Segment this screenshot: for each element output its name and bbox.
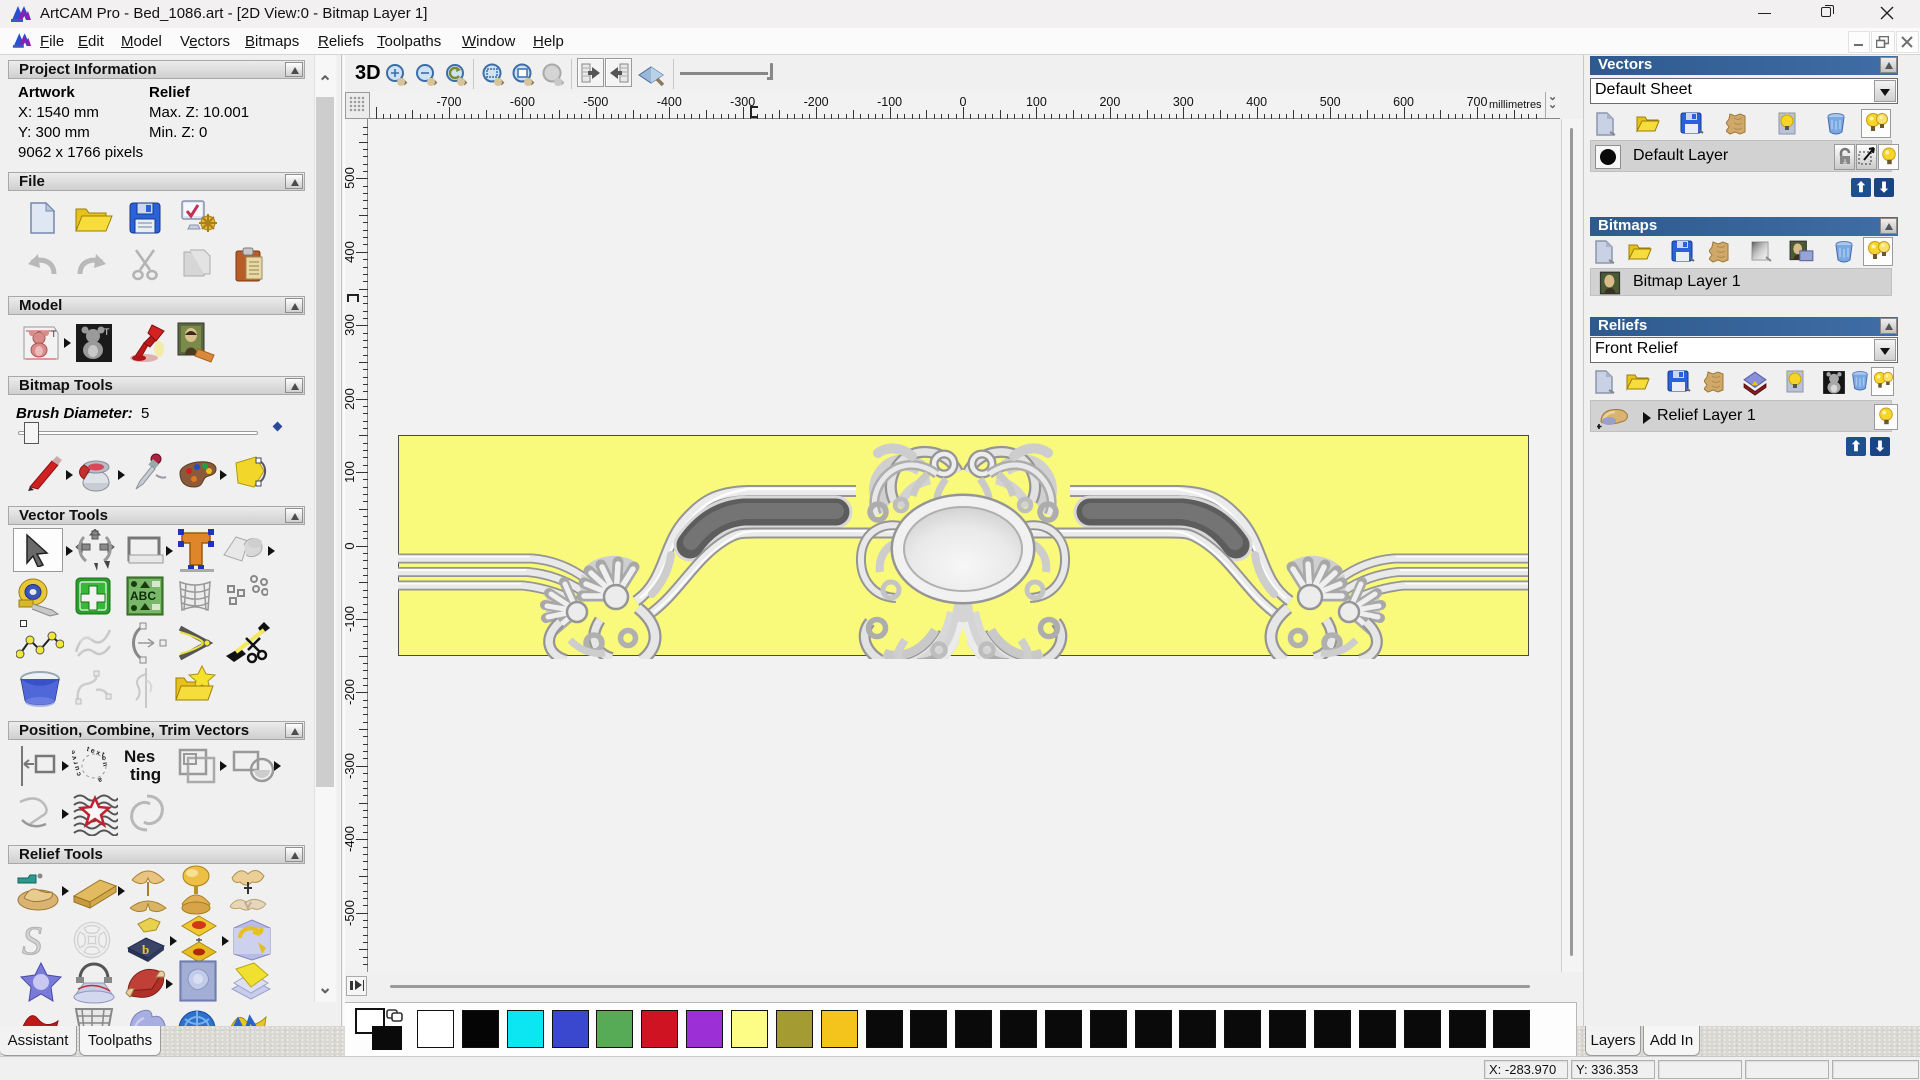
svg-text:S: S <box>22 918 42 962</box>
svg-text:ting: ting <box>130 765 161 784</box>
svg-text:ABC: ABC <box>130 589 156 603</box>
svg-text:o n: o n <box>100 756 109 768</box>
svg-text:b: b <box>142 942 149 957</box>
svg-text:c u r v e: c u r v e <box>72 749 83 776</box>
svg-text:Nes: Nes <box>124 747 155 766</box>
svg-text:T: T <box>104 327 110 337</box>
svg-text:T: T <box>51 329 57 339</box>
